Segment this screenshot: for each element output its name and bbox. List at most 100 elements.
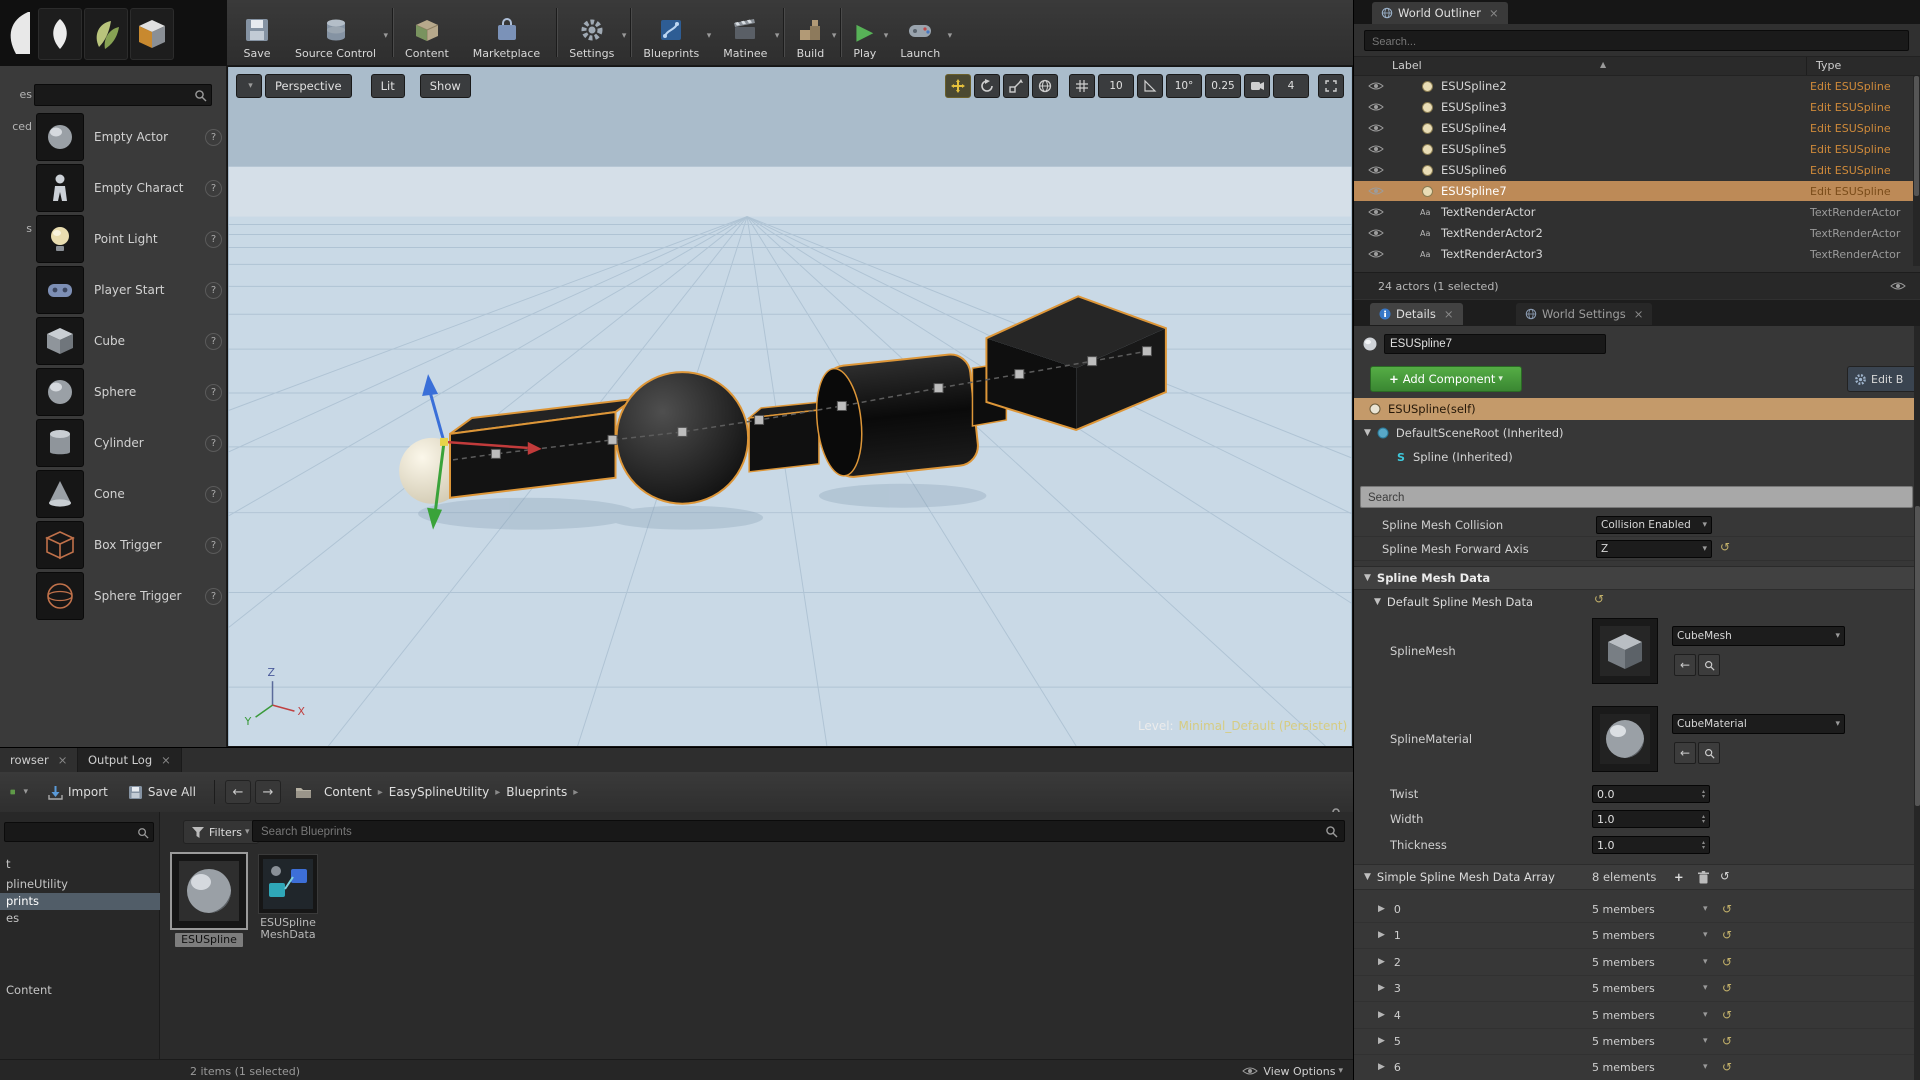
array-element-row[interactable]: ▶ 2 5 members ▾ ↺ — [1354, 949, 1914, 976]
outliner-scrollbar[interactable] — [1913, 76, 1920, 266]
edit-type-link[interactable]: Edit ESUSpline — [1810, 122, 1914, 135]
expander-icon[interactable]: ▶ — [1378, 1036, 1385, 1046]
viewport[interactable]: Z X Y Level:Minimal_Default (Persistent)… — [227, 66, 1353, 747]
revert-icon[interactable]: ↺ — [1722, 902, 1732, 916]
element-menu-icon[interactable]: ▾ — [1703, 1010, 1708, 1020]
array-element-row[interactable]: ▶ 4 5 members ▾ ↺ — [1354, 1002, 1914, 1029]
forward-button[interactable]: → — [255, 780, 281, 804]
help-icon[interactable]: ? — [205, 129, 222, 146]
browse-to-asset-button[interactable] — [1698, 742, 1720, 764]
outliner-row[interactable]: ESUSpline3 Edit ESUSpline — [1354, 97, 1914, 117]
help-icon[interactable]: ? — [205, 333, 222, 350]
expander-icon[interactable]: ▼ — [1364, 872, 1371, 882]
revert-icon[interactable]: ↺ — [1720, 540, 1730, 554]
viewport-options-button[interactable]: ▾ — [236, 74, 262, 98]
place-item-point-light[interactable]: Point Light ? — [36, 214, 224, 264]
element-menu-icon[interactable]: ▾ — [1703, 983, 1708, 993]
world-outliner-tab[interactable]: World Outliner × — [1372, 2, 1508, 24]
spline-cylinder-mesh[interactable] — [812, 353, 980, 481]
help-icon[interactable]: ? — [205, 435, 222, 452]
visibility-eye-icon[interactable] — [1368, 81, 1384, 91]
place-item-sphere-trigger[interactable]: Sphere Trigger ? — [36, 571, 224, 621]
array-element-row[interactable]: ▶ 0 5 members ▾ ↺ — [1354, 896, 1914, 923]
edit-type-link[interactable]: Edit ESUSpline — [1810, 101, 1914, 114]
chevron-down-icon[interactable]: ▾ — [884, 31, 889, 41]
edit-type-link[interactable]: Edit ESUSpline — [1810, 185, 1914, 198]
revert-icon[interactable]: ↺ — [1722, 981, 1732, 995]
folder-item[interactable]: Content — [0, 982, 160, 999]
world-settings-tab[interactable]: World Settings × — [1516, 303, 1652, 325]
help-icon[interactable]: ? — [205, 282, 222, 299]
component-row-spline[interactable]: S Spline (Inherited) — [1354, 446, 1914, 468]
outliner-row[interactable]: ESUSpline5 Edit ESUSpline — [1354, 139, 1914, 159]
expander-icon[interactable]: ▶ — [1378, 1010, 1385, 1020]
matinee-button[interactable]: Matinee ▾ — [713, 0, 781, 65]
perspective-button[interactable]: Perspective — [265, 74, 352, 98]
outliner-row[interactable]: ESUSpline6 Edit ESUSpline — [1354, 160, 1914, 180]
spline-material-thumbnail[interactable] — [1592, 706, 1658, 772]
marketplace-button[interactable]: Marketplace — [463, 0, 554, 65]
import-button[interactable]: Import — [40, 779, 116, 805]
details-search-input[interactable] — [1366, 489, 1890, 507]
visibility-eye-icon[interactable] — [1368, 207, 1384, 217]
element-menu-icon[interactable]: ▾ — [1703, 957, 1708, 967]
spline-sphere-mesh[interactable] — [617, 372, 749, 504]
width-field[interactable]: 1.0 ▴▾ — [1592, 810, 1710, 828]
help-icon[interactable]: ? — [205, 180, 222, 197]
folder-item-selected[interactable]: prints — [0, 893, 160, 910]
launch-button[interactable]: Launch ▾ — [890, 0, 954, 65]
revert-icon[interactable]: ↺ — [1722, 955, 1732, 969]
place-item-player-start[interactable]: Player Start ? — [36, 265, 224, 315]
spline-mesh-forward-axis-select[interactable]: Z▾ — [1596, 540, 1712, 558]
content-button[interactable]: Content — [395, 0, 463, 65]
use-selected-asset-button[interactable]: ← — [1674, 654, 1696, 676]
array-element-row[interactable]: ▶ 6 5 members ▾ ↺ — [1354, 1054, 1914, 1080]
help-icon[interactable]: ? — [205, 588, 222, 605]
chevron-down-icon[interactable]: ▾ — [775, 31, 780, 41]
edit-type-link[interactable]: Edit ESUSpline — [1810, 143, 1914, 156]
outliner-search-input[interactable] — [1370, 32, 1884, 51]
visibility-eye-icon[interactable] — [1368, 102, 1384, 112]
outliner-row-selected[interactable]: ESUSpline7 Edit ESUSpline — [1354, 181, 1914, 201]
category-label-fragment[interactable]: es — [0, 88, 35, 101]
close-icon[interactable]: × — [1444, 307, 1454, 321]
content-browser-tab[interactable]: rowser × — [0, 748, 78, 772]
revert-icon[interactable]: ↺ — [1722, 1008, 1732, 1022]
browse-to-asset-button[interactable] — [1698, 654, 1720, 676]
array-element-row[interactable]: ▶ 5 5 members ▾ ↺ — [1354, 1028, 1914, 1055]
close-icon[interactable]: × — [161, 753, 171, 767]
details-scrollbar[interactable] — [1914, 326, 1920, 1080]
spline-mesh-data-section[interactable]: ▼ Spline Mesh Data — [1354, 566, 1920, 590]
component-row-root[interactable]: ▼ DefaultSceneRoot (Inherited) — [1354, 422, 1914, 444]
expander-icon[interactable]: ▶ — [1378, 904, 1385, 914]
expander-icon[interactable]: ▼ — [1364, 428, 1371, 438]
array-element-row[interactable]: ▶ 3 5 members ▾ ↺ — [1354, 975, 1914, 1002]
help-icon[interactable]: ? — [205, 537, 222, 554]
chevron-down-icon[interactable]: ▾ — [384, 31, 389, 41]
rotate-tool-button[interactable] — [974, 74, 1000, 98]
component-row-self[interactable]: ESUSpline(self) — [1354, 398, 1914, 420]
actor-name-field[interactable] — [1384, 334, 1606, 354]
scale-tool-button[interactable] — [1003, 74, 1029, 98]
visibility-eye-icon[interactable] — [1368, 144, 1384, 154]
breadcrumb-content[interactable]: Content — [324, 785, 372, 799]
sort-asc-icon[interactable]: ▲ — [1600, 60, 1606, 69]
place-item-empty-actor[interactable]: Empty Actor ? — [36, 112, 224, 162]
trash-icon[interactable] — [1698, 871, 1709, 884]
breadcrumb-blueprints[interactable]: Blueprints — [506, 785, 567, 799]
default-spline-mesh-data-section[interactable]: ▼ Default Spline Mesh Data — [1354, 592, 1920, 612]
edit-blueprint-button[interactable]: Edit B — [1847, 366, 1920, 392]
outliner-row[interactable]: ESUSpline2 Edit ESUSpline — [1354, 76, 1914, 96]
close-icon[interactable]: × — [1489, 6, 1499, 20]
folder-item[interactable]: t — [0, 856, 160, 873]
place-search-input[interactable] — [39, 86, 191, 106]
category-label-fragment[interactable]: s — [0, 222, 35, 235]
element-menu-icon[interactable]: ▾ — [1703, 904, 1708, 914]
place-item-cylinder[interactable]: Cylinder ? — [36, 418, 224, 468]
chevron-down-icon[interactable]: ▾ — [948, 31, 953, 41]
element-menu-icon[interactable]: ▾ — [1703, 1062, 1708, 1072]
source-control-button[interactable]: Source Control ▾ — [285, 0, 390, 65]
view-options-button[interactable]: View Options ▾ — [1242, 1065, 1343, 1078]
simple-spline-mesh-data-array-section[interactable]: ▼ Simple Spline Mesh Data Array 8 elemen… — [1354, 864, 1920, 890]
rotation-snap-toggle[interactable] — [1137, 74, 1163, 98]
